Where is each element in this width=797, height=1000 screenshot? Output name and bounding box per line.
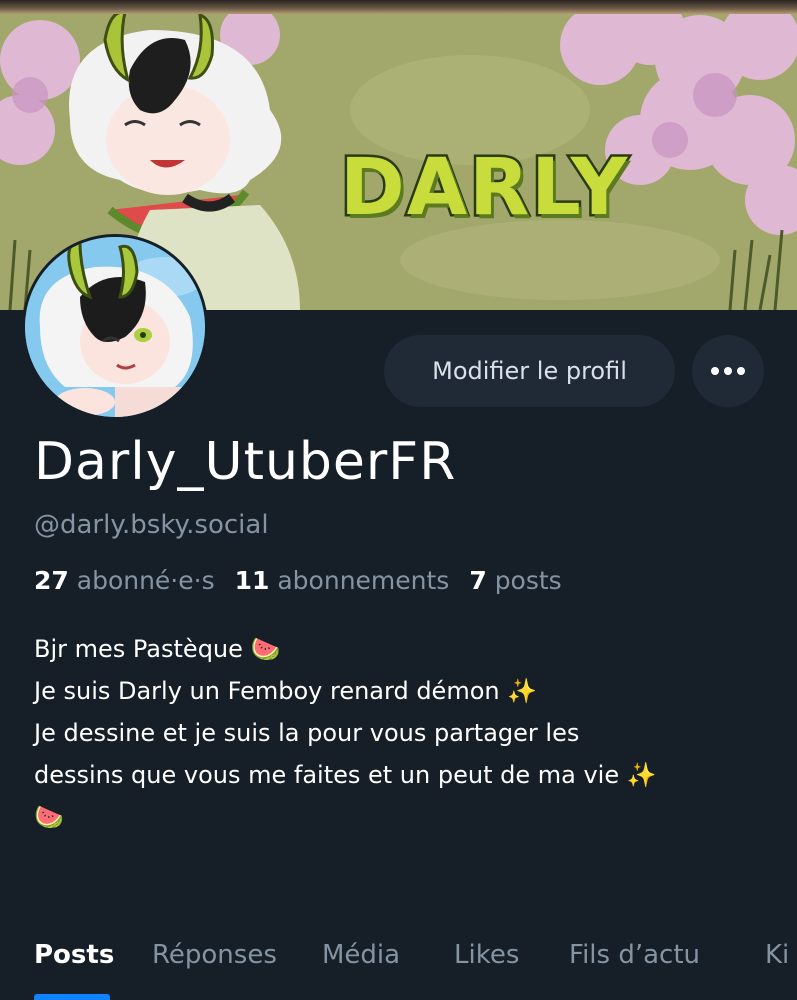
ellipsis-icon: [711, 367, 745, 375]
followers-label: abonné·e·s: [76, 566, 215, 595]
avatar[interactable]: [22, 234, 208, 420]
bio-line: dessins que vous me faites et un peut de…: [34, 761, 657, 789]
active-tab-indicator: [34, 994, 110, 1000]
tab-feeds[interactable]: Fils d’actu: [569, 940, 700, 970]
bio-line: Bjr mes Pastèque 🍉: [34, 635, 281, 663]
profile-stats: 27 abonné·e·s 11 abonnements 7 posts: [34, 566, 582, 595]
tab-likes[interactable]: Likes: [454, 940, 519, 970]
bio-line: Je dessine et je suis la pour vous parta…: [34, 719, 580, 747]
tab-posts[interactable]: Posts: [34, 940, 114, 970]
following-count: 11: [234, 566, 270, 595]
posts-count: 7: [469, 566, 487, 595]
avatar-image: [25, 237, 205, 417]
profile-tabs: Posts Réponses Média Likes Fils d’actu K…: [0, 930, 797, 1000]
bio-line: Je suis Darly un Femboy renard démon ✨: [34, 677, 538, 705]
tab-media[interactable]: Média: [322, 940, 400, 970]
profile-handle[interactable]: @darly.bsky.social: [34, 510, 269, 540]
posts-label: posts: [494, 566, 562, 595]
followers-count: 27: [34, 566, 69, 595]
following-stat[interactable]: 11 abonnements: [235, 566, 450, 595]
edit-profile-button[interactable]: Modifier le profil: [384, 335, 675, 407]
banner-title: DARLY: [338, 141, 630, 236]
more-options-button[interactable]: [692, 335, 764, 407]
followers-stat[interactable]: 27 abonné·e·s: [34, 566, 215, 595]
following-label: abonnements: [277, 566, 450, 595]
banner-frame: [0, 0, 797, 14]
tab-replies[interactable]: Réponses: [152, 940, 277, 970]
display-name: Darly_UtuberFR: [34, 432, 457, 492]
tab-kits[interactable]: Ki: [765, 940, 789, 970]
profile-page: DARLY Modifier le profil Darly_UtuberFR …: [0, 0, 797, 1000]
bio-line: 🍉: [34, 803, 64, 831]
posts-stat: 7 posts: [469, 566, 561, 595]
profile-bio: Bjr mes Pastèque 🍉 Je suis Darly un Femb…: [34, 628, 774, 838]
